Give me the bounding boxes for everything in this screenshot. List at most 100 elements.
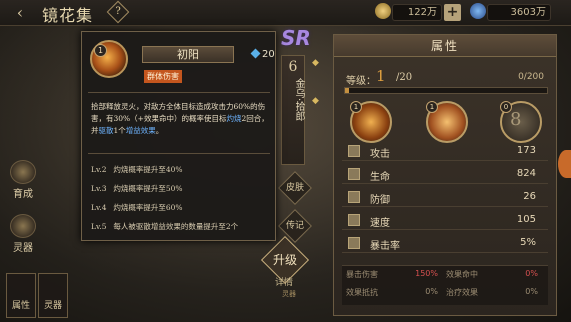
stat-row: 生命 824 bbox=[342, 165, 548, 184]
page-title: 镜花集 bbox=[42, 6, 94, 25]
skill-description: 拾部释放灵火，对敌方全体目标造成攻击力60%的伤害，有30%（+效果命中）的概率… bbox=[91, 101, 271, 137]
character-name: 金乌·拾郎 bbox=[293, 78, 304, 122]
butterfly-icon: ◆ bbox=[312, 96, 319, 106]
level-text: 灼烧概率提升至60% bbox=[113, 203, 183, 212]
character-rank: 6 bbox=[288, 59, 298, 75]
add-coin-button[interactable]: + bbox=[444, 4, 461, 21]
details-sub: 灵器 bbox=[282, 290, 296, 298]
side-drawer-handle[interactable] bbox=[558, 150, 571, 178]
butterfly-icon: ◆ bbox=[312, 58, 319, 68]
stat-name: 暴击率 bbox=[370, 241, 400, 252]
xp-fill bbox=[345, 88, 350, 93]
attributes-icon bbox=[7, 274, 35, 298]
lock-icon: 8 bbox=[510, 109, 522, 130]
back-button[interactable]: ‹ bbox=[6, 2, 34, 24]
desc-text: 。 bbox=[155, 126, 164, 135]
stat-value: 5% bbox=[520, 237, 536, 248]
tab-skin-label: 皮肤 bbox=[285, 183, 304, 193]
extra-stat: 效果命中 0% bbox=[446, 269, 546, 287]
skill-name: 初阳 bbox=[142, 46, 234, 63]
skill-slot-2[interactable]: 1 bbox=[426, 101, 468, 143]
extra-stat-value: 0% bbox=[425, 287, 438, 296]
level-tag: Lv.5 bbox=[91, 222, 107, 231]
stat-row: 速度 105 bbox=[342, 211, 548, 230]
nav-label: 灵器 bbox=[13, 243, 33, 254]
stat-row: 防御 26 bbox=[342, 188, 548, 207]
level-label: 等级： bbox=[346, 76, 376, 87]
character-banner: 6 金乌·拾郎 bbox=[281, 55, 305, 165]
help-icon[interactable]: ? bbox=[106, 0, 130, 24]
skill-cost-value: 20 bbox=[262, 49, 275, 60]
artifact-icon bbox=[10, 214, 36, 238]
coin-icon bbox=[375, 3, 391, 19]
extra-stat-value: 0% bbox=[525, 287, 538, 296]
upgrade-label: 升级 bbox=[272, 253, 297, 267]
level-tag: Lv.2 bbox=[91, 165, 107, 174]
stat-name: 速度 bbox=[370, 218, 390, 229]
nav-cultivate[interactable]: 育成 bbox=[6, 160, 40, 200]
stat-value: 824 bbox=[516, 168, 536, 179]
desc-keyword: 增益效果 bbox=[125, 126, 156, 135]
heart-icon bbox=[348, 168, 360, 180]
shield-icon bbox=[348, 191, 360, 203]
level-current: 1 bbox=[376, 67, 386, 85]
gem-icon bbox=[250, 48, 261, 59]
xp-bar bbox=[344, 87, 548, 94]
desc-keyword: 驱散 bbox=[98, 126, 114, 135]
nav-artifact[interactable]: 灵器 bbox=[6, 214, 40, 254]
skill-level-badge: 1 bbox=[94, 44, 107, 57]
currency-potion: 3603万 bbox=[487, 4, 551, 21]
details-button[interactable]: 详情 bbox=[275, 275, 293, 288]
desc-text: 1个 bbox=[113, 126, 126, 135]
currency-coin: 122万 bbox=[392, 4, 442, 21]
extra-stat-name: 治疗效果 bbox=[446, 288, 478, 297]
extra-stat: 治疗效果 0% bbox=[446, 287, 546, 305]
level-text: 灼烧概率提升至40% bbox=[113, 165, 183, 174]
stat-row: 暴击率 5% bbox=[342, 234, 548, 253]
level-tag: Lv.4 bbox=[91, 203, 107, 212]
stat-name: 生命 bbox=[370, 172, 390, 183]
level-upgrade-row: Lv.4 灼烧概率提升至60% bbox=[91, 202, 273, 213]
speed-icon bbox=[348, 214, 360, 226]
skill-slot-1[interactable]: 1 bbox=[350, 101, 392, 143]
rarity-label: SR bbox=[281, 26, 311, 50]
panel-title: 属性 bbox=[334, 35, 556, 57]
divider bbox=[88, 153, 270, 154]
extra-stat-value: 150% bbox=[415, 269, 438, 278]
stat-value: 26 bbox=[523, 191, 536, 202]
fire-skill-icon: 1 bbox=[90, 40, 128, 78]
tab-label: 属性 bbox=[11, 301, 30, 311]
xp-text: 0/200 bbox=[518, 72, 544, 82]
stat-name: 防御 bbox=[370, 195, 390, 206]
attributes-panel: 属性 等级： 1 /20 0/200 1 1 0 8 攻击 173 生命 824 防… bbox=[333, 34, 557, 316]
tab-artifact[interactable]: 灵器 bbox=[38, 273, 68, 318]
stat-row: 攻击 173 bbox=[342, 142, 548, 161]
tab-biography-label: 传记 bbox=[285, 221, 304, 231]
sword-icon bbox=[348, 145, 360, 157]
level-max: /20 bbox=[396, 72, 413, 83]
extra-stat: 暴击伤害 150% bbox=[346, 269, 446, 287]
extra-stat-name: 暴击伤害 bbox=[346, 270, 378, 279]
level-upgrade-row: Lv.3 灼烧概率提升至50% bbox=[91, 183, 273, 194]
stat-value: 105 bbox=[516, 214, 536, 225]
skill-slot-3[interactable]: 0 8 bbox=[500, 101, 542, 143]
skill-tooltip: 1 初阳 20 群体伤害 拾部释放灵火，对敌方全体目标造成攻击力60%的伤害，有… bbox=[81, 31, 276, 241]
tab-label: 灵器 bbox=[43, 301, 62, 311]
desc-keyword: 灼烧 bbox=[226, 114, 242, 123]
tab-attributes[interactable]: 属性 bbox=[6, 273, 36, 318]
slot-badge: 1 bbox=[350, 101, 362, 113]
extra-stat-name: 效果抵抗 bbox=[346, 288, 378, 297]
stat-value: 173 bbox=[516, 145, 536, 156]
crit-icon bbox=[348, 237, 360, 249]
level-text: 每人被驱散增益效果的数量提升至2个 bbox=[113, 222, 239, 231]
skill-cost: 20 bbox=[250, 48, 275, 60]
extra-stats: 暴击伤害 150% 效果命中 0% 效果抵抗 0% 治疗效果 0% bbox=[342, 265, 548, 305]
slot-badge: 1 bbox=[426, 101, 438, 113]
extra-stat-name: 效果命中 bbox=[446, 270, 478, 279]
skill-tag: 群体伤害 bbox=[144, 70, 182, 83]
extra-stat-value: 0% bbox=[525, 269, 538, 278]
help-label: ? bbox=[115, 6, 121, 17]
potion-icon bbox=[470, 3, 486, 19]
level-upgrade-row: Lv.5 每人被驱散增益效果的数量提升至2个 bbox=[91, 221, 273, 232]
artifact-tab-icon bbox=[39, 274, 67, 298]
